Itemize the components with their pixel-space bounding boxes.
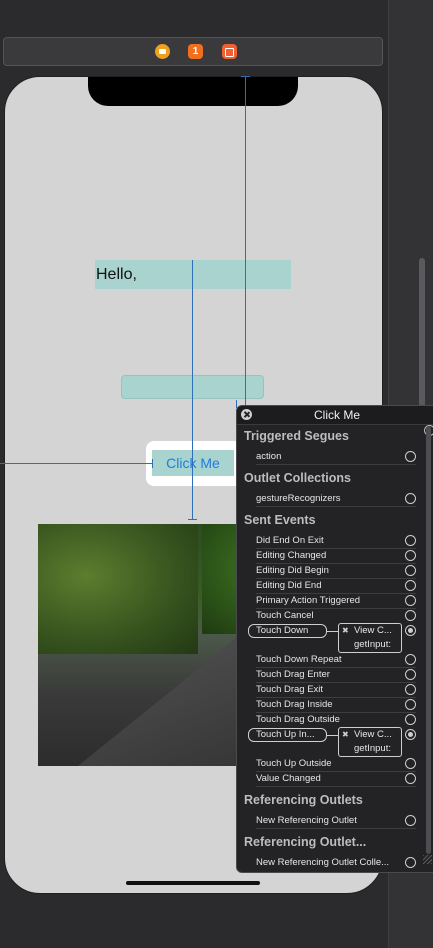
touch-up-inside-target[interactable]: ✖ View C... getInput:: [338, 727, 402, 757]
target-object: View C...: [354, 625, 392, 636]
row-divider: [256, 712, 416, 713]
connection-circle[interactable]: [405, 714, 416, 725]
connection-circle[interactable]: [405, 580, 416, 591]
target-action: getInput:: [354, 639, 391, 650]
event-row-label: Touch Drag Exit: [256, 684, 324, 695]
connection-circle[interactable]: [405, 699, 416, 710]
constraint-guide-center-cap: [188, 519, 197, 520]
connection-line: [327, 735, 338, 736]
constraint-guide-horizontal-leading: [0, 463, 152, 464]
section-heading-referencing-outlets: Referencing Outlets: [244, 793, 363, 807]
touch-down-connection-pill[interactable]: Touch Down: [248, 624, 327, 638]
event-row-label: Editing Did End: [256, 580, 322, 591]
event-row-label: Touch Up Outside: [256, 758, 332, 769]
popover-scrollbar[interactable]: [426, 426, 431, 854]
section-heading-outlet-collections: Outlet Collections: [244, 471, 351, 485]
connection-circle-filled[interactable]: [405, 729, 416, 740]
row-divider: [256, 593, 416, 594]
section-heading-sent-events: Sent Events: [244, 513, 316, 527]
resize-handle[interactable]: [423, 855, 432, 864]
target-object: View C...: [354, 729, 392, 740]
connection-circle[interactable]: [405, 815, 416, 826]
first-responder-icon[interactable]: [188, 44, 203, 59]
click-me-button[interactable]: Click Me: [152, 450, 234, 476]
exit-icon[interactable]: [222, 44, 237, 59]
connection-circle[interactable]: [405, 610, 416, 621]
event-row-label: Touch Drag Enter: [256, 669, 330, 680]
connection-circle[interactable]: [405, 654, 416, 665]
row-divider: [256, 563, 416, 564]
row-divider: [256, 771, 416, 772]
event-row-label: action: [256, 451, 282, 462]
target-action: getInput:: [354, 743, 391, 754]
row-divider: [256, 828, 416, 829]
section-heading-triggered-segues: Triggered Segues: [244, 429, 349, 443]
constraint-guide-vertical-center: [192, 260, 193, 520]
device-notch: [88, 77, 298, 106]
connection-circle[interactable]: [405, 493, 416, 504]
row-divider: [256, 578, 416, 579]
row-divider: [256, 548, 416, 549]
photo-trees-left: [38, 524, 198, 654]
connection-circle[interactable]: [405, 857, 416, 868]
row-divider: [256, 786, 416, 787]
event-row-label: Primary Action Triggered: [256, 595, 361, 606]
connection-circle[interactable]: [405, 550, 416, 561]
scene-dock: [3, 37, 383, 66]
connection-circle[interactable]: [405, 595, 416, 606]
popover-title-bar: Click Me: [237, 406, 433, 425]
row-divider: [256, 667, 416, 668]
event-row-label: Touch Down Repeat: [256, 654, 342, 665]
connection-circle[interactable]: [405, 773, 416, 784]
view-controller-icon[interactable]: [155, 44, 170, 59]
event-row-label: Touch Drag Outside: [256, 714, 340, 725]
remove-connection-icon[interactable]: ✖: [342, 626, 349, 635]
event-row-label: gestureRecognizers: [256, 493, 341, 504]
home-indicator: [126, 881, 260, 885]
row-divider: [256, 506, 416, 507]
popover-title: Click Me: [313, 408, 360, 422]
remove-connection-icon[interactable]: ✖: [342, 730, 349, 739]
event-row-label: New Referencing Outlet: [256, 815, 357, 826]
connection-line: [327, 631, 338, 632]
constraint-guide-top-cap: [241, 76, 250, 77]
row-divider: [256, 682, 416, 683]
connections-popover[interactable]: Click Me Triggered Segues action Outlet …: [236, 405, 433, 873]
event-row-label: Editing Changed: [256, 550, 327, 561]
connection-circle[interactable]: [405, 535, 416, 546]
event-row-label: Editing Did Begin: [256, 565, 329, 576]
touch-up-inside-connection-pill[interactable]: Touch Up In...: [248, 728, 327, 742]
row-divider: [256, 608, 416, 609]
constraint-guide-leading-cap: [152, 459, 153, 468]
event-row-label: Did End On Exit: [256, 535, 324, 546]
touch-down-target[interactable]: ✖ View C... getInput:: [338, 623, 402, 653]
connection-circle[interactable]: [405, 758, 416, 769]
connection-circle[interactable]: [405, 669, 416, 680]
hello-label[interactable]: Hello,: [95, 260, 291, 289]
connection-circle-filled[interactable]: [405, 625, 416, 636]
event-row-label: New Referencing Outlet Colle...: [256, 857, 390, 868]
section-heading-referencing-outlet-collections: Referencing Outlet...: [244, 835, 367, 849]
event-row-label: Touch Cancel: [256, 610, 314, 621]
connection-circle[interactable]: [405, 451, 416, 462]
button-selection-frame[interactable]: Click Me: [146, 441, 242, 486]
connection-circle[interactable]: [405, 565, 416, 576]
constraint-guide-vertical-right: [245, 76, 246, 406]
event-row-label: Touch Drag Inside: [256, 699, 333, 710]
row-divider: [256, 697, 416, 698]
event-row-label: Value Changed: [256, 773, 321, 784]
row-divider: [256, 464, 416, 465]
connection-circle[interactable]: [405, 684, 416, 695]
